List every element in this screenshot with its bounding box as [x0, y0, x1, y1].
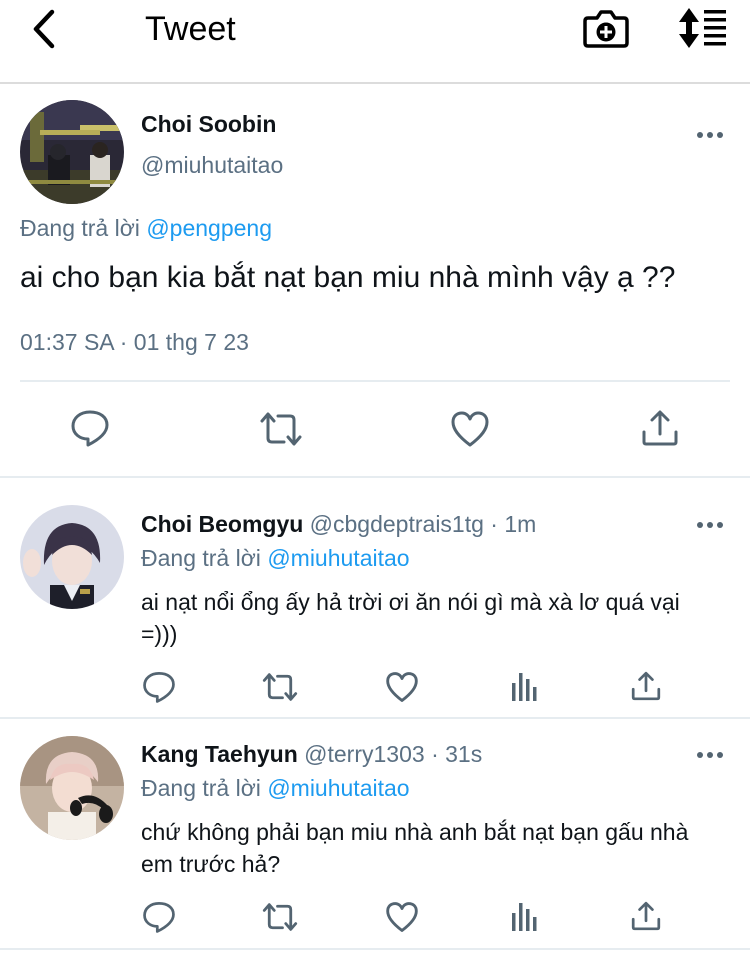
author-handle[interactable]: @cbgdeptrais1tg: [310, 511, 484, 537]
divider: [20, 380, 730, 382]
reply-text: ai nạt nổi ổng ấy hả trời ơi ăn nói gì m…: [141, 589, 680, 647]
retweet-icon[interactable]: [261, 671, 299, 703]
reply-icon[interactable]: [70, 408, 110, 448]
back-chevron-icon[interactable]: [28, 8, 62, 50]
reply-header: Choi Beomgyu @cbgdeptrais1tg · 1m: [141, 509, 536, 539]
reply-to-link[interactable]: @miuhutaitao: [267, 775, 409, 801]
camera-plus-icon[interactable]: [582, 6, 630, 50]
author-name[interactable]: Kang Taehyun: [141, 741, 298, 767]
divider: [0, 476, 750, 478]
analytics-icon[interactable]: [510, 671, 538, 703]
avatar[interactable]: [20, 100, 124, 204]
page-title: Tweet: [145, 10, 236, 48]
retweet-icon[interactable]: [261, 901, 299, 933]
author-name[interactable]: Choi Soobin: [141, 109, 276, 139]
more-options-icon[interactable]: [696, 128, 724, 140]
share-icon[interactable]: [630, 900, 662, 932]
avatar-photo: [20, 505, 124, 609]
reply-context: Đang trả lời @miuhutaitao: [141, 773, 410, 803]
retweet-icon[interactable]: [258, 410, 304, 448]
avatar[interactable]: [20, 736, 124, 840]
reply-to-link[interactable]: @miuhutaitao: [267, 545, 409, 571]
author-handle[interactable]: @terry1303: [304, 741, 425, 767]
divider: [0, 948, 750, 950]
reply-to-link[interactable]: @pengpeng: [146, 215, 272, 241]
tweet-timestamp: 01:37 SA · 01 thg 7 23: [20, 329, 249, 355]
top-bar: Tweet: [0, 0, 750, 84]
reply-text: chứ không phải bạn miu nhà anh bắt nạt b…: [141, 819, 689, 877]
reply-prefix: Đang trả lời: [141, 775, 261, 801]
more-options-icon[interactable]: [696, 518, 724, 530]
divider: [0, 717, 750, 719]
sort-list-icon[interactable]: [676, 6, 728, 50]
share-icon[interactable]: [640, 408, 680, 448]
more-options-icon[interactable]: [696, 748, 724, 760]
like-icon[interactable]: [385, 671, 419, 703]
reply-prefix: Đang trả lời: [20, 215, 140, 241]
like-icon[interactable]: [450, 410, 490, 448]
avatar-photo: [20, 736, 124, 840]
author-name[interactable]: Choi Beomgyu: [141, 511, 303, 537]
tweet-text: ai cho bạn kia bắt nạt bạn miu nhà mình …: [20, 261, 676, 294]
reply-icon[interactable]: [142, 900, 176, 934]
reply-context: Đang trả lời @miuhutaitao: [141, 543, 410, 573]
share-icon[interactable]: [630, 670, 662, 702]
analytics-icon[interactable]: [510, 901, 538, 933]
reply-icon[interactable]: [142, 670, 176, 704]
avatar[interactable]: [20, 505, 124, 609]
reply-header: Kang Taehyun @terry1303 · 31s: [141, 739, 482, 769]
like-icon[interactable]: [385, 901, 419, 933]
reply-prefix: Đang trả lời: [141, 545, 261, 571]
reply-time: · 31s: [431, 741, 483, 767]
author-handle[interactable]: @miuhutaitao: [141, 150, 283, 180]
reply-time: · 1m: [490, 511, 537, 537]
avatar-photo: [20, 100, 124, 204]
reply-context: Đang trả lời @pengpeng: [20, 213, 272, 243]
